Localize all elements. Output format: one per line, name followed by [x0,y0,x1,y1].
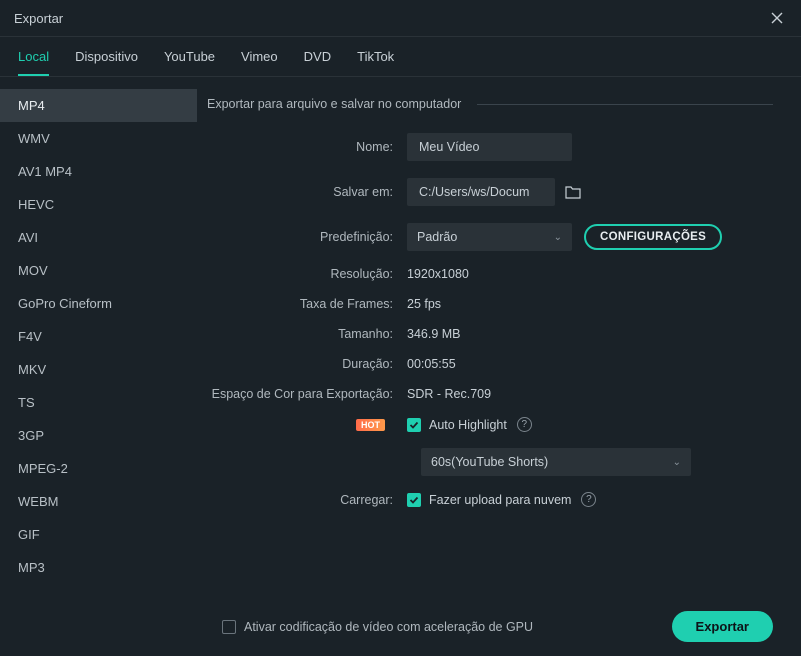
format-3gp[interactable]: 3GP [0,419,197,452]
close-icon [771,12,783,24]
config-button[interactable]: CONFIGURAÇÕES [584,224,722,250]
format-hevc[interactable]: HEVC [0,188,197,221]
save-label: Salvar em: [207,185,407,199]
format-avi[interactable]: AVI [0,221,197,254]
tab-dvd[interactable]: DVD [304,49,331,76]
shorts-select[interactable]: 60s(YouTube Shorts) ⌄ [421,448,691,476]
main-area: MP4 WMV AV1 MP4 HEVC AVI MOV GoPro Cinef… [0,77,801,597]
row-colorspace: Espaço de Cor para Exportação: SDR - Rec… [207,387,773,401]
preset-label: Predefinição: [207,230,407,244]
titlebar: Exportar [0,0,801,37]
format-f4v[interactable]: F4V [0,320,197,353]
duration-value: 00:05:55 [407,357,456,371]
tab-tiktok[interactable]: TikTok [357,49,394,76]
gpu-label: Ativar codificação de vídeo com aceleraç… [244,620,533,634]
chevron-down-icon: ⌄ [673,457,681,468]
tabbar: Local Dispositivo YouTube Vimeo DVD TikT… [0,37,801,77]
name-input[interactable] [407,133,572,161]
preset-value: Padrão [417,230,457,244]
browse-folder-button[interactable] [559,177,587,207]
section-header-text: Exportar para arquivo e salvar no comput… [207,97,461,111]
format-webm[interactable]: WEBM [0,485,197,518]
resolution-value: 1920x1080 [407,267,469,281]
help-icon[interactable]: ? [581,492,596,507]
format-av1mp4[interactable]: AV1 MP4 [0,155,197,188]
row-save: Salvar em: C:/Users/ws/Docum [207,177,773,207]
size-value: 346.9 MB [407,327,461,341]
upload-text: Fazer upload para nuvem [429,493,571,507]
format-mov[interactable]: MOV [0,254,197,287]
row-duration: Duração: 00:05:55 [207,357,773,371]
window-title: Exportar [14,11,63,26]
divider [477,104,773,105]
format-mkv[interactable]: MKV [0,353,197,386]
check-icon [409,420,419,430]
footer: Ativar codificação de vídeo com aceleraç… [0,597,801,656]
format-mpeg2[interactable]: MPEG-2 [0,452,197,485]
size-label: Tamanho: [207,327,407,341]
tab-vimeo[interactable]: Vimeo [241,49,278,76]
row-resolution: Resolução: 1920x1080 [207,267,773,281]
name-label: Nome: [207,140,407,154]
section-header: Exportar para arquivo e salvar no comput… [207,97,773,111]
preset-select[interactable]: Padrão ⌄ [407,223,572,251]
tab-dispositivo[interactable]: Dispositivo [75,49,138,76]
format-gopro[interactable]: GoPro Cineform [0,287,197,320]
chevron-down-icon: ⌄ [554,232,562,243]
folder-icon [565,185,581,199]
hot-badge-container: HOT [207,419,407,431]
row-shorts: 60s(YouTube Shorts) ⌄ [207,448,773,476]
framerate-value: 25 fps [407,297,441,311]
autohighlight-checkbox[interactable] [407,418,421,432]
format-ts[interactable]: TS [0,386,197,419]
row-framerate: Taxa de Frames: 25 fps [207,297,773,311]
format-gif[interactable]: GIF [0,518,197,551]
framerate-label: Taxa de Frames: [207,297,407,311]
row-size: Tamanho: 346.9 MB [207,327,773,341]
duration-label: Duração: [207,357,407,371]
colorspace-label: Espaço de Cor para Exportação: [207,387,407,401]
gpu-row: Ativar codificação de vídeo com aceleraç… [222,620,533,634]
upload-checkbox[interactable] [407,493,421,507]
tab-local[interactable]: Local [18,49,49,76]
resolution-label: Resolução: [207,267,407,281]
export-button[interactable]: Exportar [672,611,773,642]
close-button[interactable] [767,8,787,28]
help-icon[interactable]: ? [517,417,532,432]
row-name: Nome: [207,133,773,161]
row-upload: Carregar: Fazer upload para nuvem ? [207,492,773,507]
save-path[interactable]: C:/Users/ws/Docum [407,178,555,206]
settings-panel: Exportar para arquivo e salvar no comput… [197,77,801,597]
tab-youtube[interactable]: YouTube [164,49,215,76]
row-autohighlight: HOT Auto Highlight ? [207,417,773,432]
format-mp3[interactable]: MP3 [0,551,197,584]
shorts-value: 60s(YouTube Shorts) [431,455,548,469]
format-wmv[interactable]: WMV [0,122,197,155]
row-preset: Predefinição: Padrão ⌄ CONFIGURAÇÕES [207,223,773,251]
autohighlight-label: Auto Highlight [429,418,507,432]
format-sidebar: MP4 WMV AV1 MP4 HEVC AVI MOV GoPro Cinef… [0,77,197,597]
colorspace-value: SDR - Rec.709 [407,387,491,401]
hot-badge: HOT [356,419,385,431]
format-mp4[interactable]: MP4 [0,89,197,122]
upload-label: Carregar: [207,493,407,507]
gpu-checkbox[interactable] [222,620,236,634]
check-icon [409,495,419,505]
